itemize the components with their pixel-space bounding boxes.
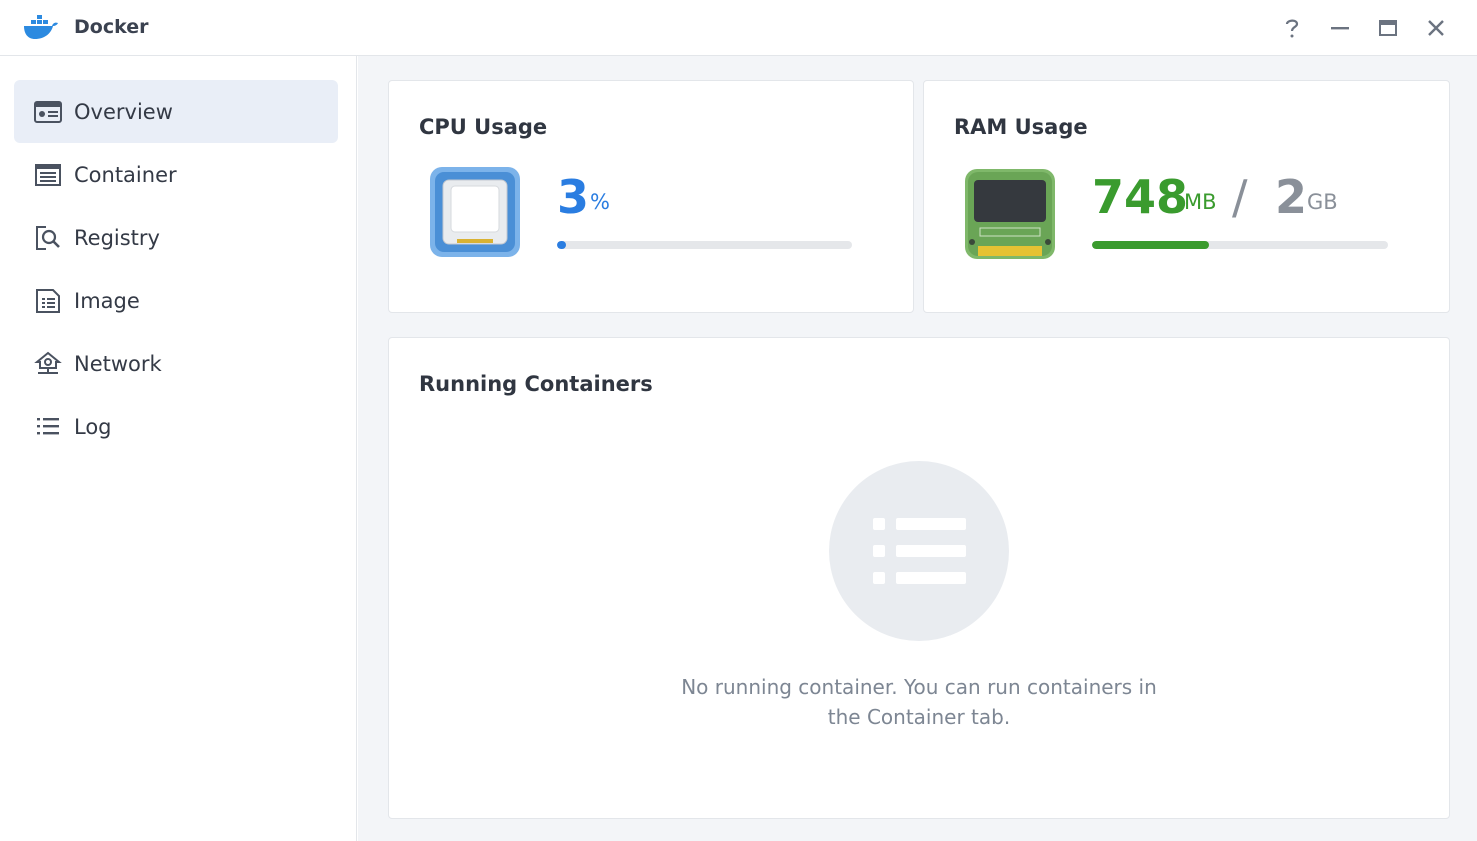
- running-containers-card: Running Containers No running container.…: [388, 337, 1450, 819]
- maximize-button[interactable]: [1372, 12, 1404, 44]
- empty-state-line-1: No running container. You can run contai…: [681, 675, 1157, 699]
- cpu-unit: %: [590, 190, 610, 214]
- image-icon: [36, 289, 60, 313]
- sidebar-item-label: Image: [74, 288, 140, 313]
- running-containers-title: Running Containers: [419, 372, 653, 396]
- sidebar-item-network[interactable]: Network: [14, 332, 338, 395]
- log-icon: [37, 418, 59, 435]
- cpu-progress-fill: [557, 241, 566, 249]
- question-icon: [1285, 19, 1299, 38]
- ram-used-value: 748: [1092, 170, 1189, 224]
- docker-logo-icon: [24, 15, 58, 39]
- cpu-value: 3: [557, 170, 590, 224]
- close-button[interactable]: [1420, 12, 1452, 44]
- cpu-chip-icon: [430, 167, 520, 257]
- minimize-button[interactable]: [1324, 12, 1356, 44]
- sidebar-item-label: Log: [74, 414, 112, 439]
- sidebar-item-overview[interactable]: Overview: [14, 80, 338, 143]
- minimize-icon: [1331, 27, 1349, 30]
- ram-progress-fill: [1092, 241, 1209, 249]
- empty-state-line-2: the Container tab.: [827, 705, 1011, 729]
- ram-used-unit: MB: [1184, 190, 1217, 214]
- cpu-card-title: CPU Usage: [419, 115, 548, 139]
- ram-total-unit: GB: [1307, 190, 1338, 214]
- help-button[interactable]: [1276, 12, 1308, 44]
- ram-progress-bar: [1092, 241, 1388, 249]
- sidebar-item-label: Network: [74, 351, 162, 376]
- close-icon: [1428, 20, 1444, 36]
- title-bar: Docker: [0, 0, 1477, 56]
- container-icon: [35, 164, 61, 186]
- ram-usage-card: RAM Usage 748 MB / 2 GB: [923, 80, 1450, 313]
- ram-module-icon: [965, 169, 1055, 259]
- sidebar-item-label: Registry: [74, 225, 160, 250]
- sidebar: Overview Container Registry Image Networ…: [0, 56, 357, 841]
- app-title: Docker: [74, 16, 149, 38]
- ram-separator: /: [1232, 170, 1248, 224]
- empty-list-icon: [829, 461, 1009, 641]
- ram-total-value: 2: [1275, 170, 1308, 224]
- sidebar-item-registry[interactable]: Registry: [14, 206, 338, 269]
- sidebar-item-log[interactable]: Log: [14, 395, 338, 458]
- sidebar-item-image[interactable]: Image: [14, 269, 338, 332]
- network-icon: [34, 351, 62, 374]
- empty-state-message: No running container. You can run contai…: [619, 672, 1219, 732]
- sidebar-item-label: Container: [74, 162, 177, 187]
- sidebar-item-container[interactable]: Container: [14, 143, 338, 206]
- maximize-icon: [1379, 20, 1397, 36]
- sidebar-item-label: Overview: [74, 99, 173, 124]
- cpu-progress-bar: [557, 241, 852, 249]
- cpu-usage-card: CPU Usage 3 %: [388, 80, 914, 313]
- main-content: CPU Usage 3 % RAM Usage 748 MB / 2 GB Ru…: [358, 56, 1477, 841]
- registry-icon: [36, 226, 60, 250]
- overview-icon: [34, 101, 62, 123]
- ram-card-title: RAM Usage: [954, 115, 1088, 139]
